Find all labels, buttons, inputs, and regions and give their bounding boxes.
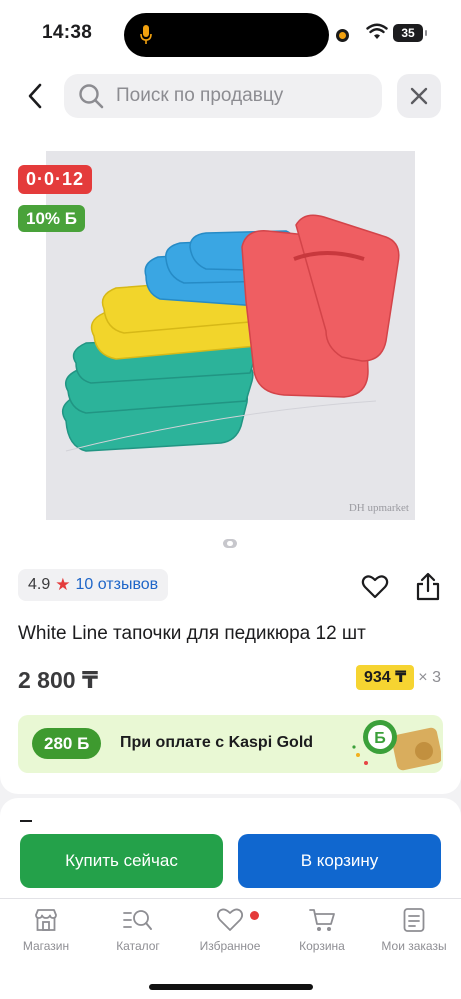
nav-item-store[interactable]: Магазин xyxy=(0,907,92,953)
nav-label-store: Магазин xyxy=(22,939,70,953)
image-pager-indicator xyxy=(223,539,237,548)
chevron-left-icon xyxy=(28,83,42,109)
microphone-icon xyxy=(140,25,152,44)
product-photo xyxy=(46,151,415,520)
search-bar[interactable] xyxy=(64,74,382,118)
status-time: 14:38 xyxy=(42,22,93,43)
kaspi-bonus-badge: 280 Б xyxy=(32,728,102,759)
search-icon xyxy=(79,84,104,109)
rating-value: 4.9 xyxy=(28,576,51,593)
wifi-icon xyxy=(366,23,388,39)
heart-icon xyxy=(361,575,389,599)
nav-label-cart: Корзина xyxy=(299,939,345,953)
nav-item-orders[interactable]: Мои заказы xyxy=(368,907,460,953)
installment-info: 934 ₸ × 3 xyxy=(356,665,441,690)
installment-amount: 934 ₸ xyxy=(356,665,415,690)
heart-icon xyxy=(216,908,244,931)
star-icon: ★ xyxy=(55,575,71,594)
share-button[interactable] xyxy=(414,572,442,607)
search-input[interactable] xyxy=(116,74,366,118)
rating-reviews[interactable]: 4.9 ★ 10 отзывов xyxy=(18,569,169,601)
product-card: DH upmarket 0·0·12 10% Б 4.9 ★ 10 отзыво… xyxy=(0,126,461,794)
kaspi-gold-banner[interactable]: 280 Б При оплате с Kaspi Gold Б xyxy=(18,715,443,773)
nav-label-favorites: Избранное xyxy=(199,939,261,953)
divider xyxy=(20,820,32,822)
kaspi-banner-text: При оплате с Kaspi Gold xyxy=(120,734,314,751)
nav-item-cart[interactable]: Корзина xyxy=(276,907,368,953)
close-button[interactable] xyxy=(397,74,441,118)
orders-icon xyxy=(403,908,425,932)
share-icon xyxy=(416,572,440,601)
close-icon xyxy=(410,87,428,105)
back-button[interactable] xyxy=(18,78,52,114)
product-price: 2 800 ₸ xyxy=(18,667,98,693)
nav-item-catalog[interactable]: Каталог xyxy=(92,907,184,953)
add-to-cart-button[interactable]: В корзину xyxy=(238,834,441,888)
notification-dot xyxy=(250,911,259,920)
dynamic-island xyxy=(124,13,329,57)
battery-icon: 35 xyxy=(393,24,427,42)
nav-label-orders: Мои заказы xyxy=(381,939,447,953)
bonus-badge: 10% Б xyxy=(18,205,85,232)
favorite-button[interactable] xyxy=(361,574,389,605)
installment-badge: 0·0·12 xyxy=(18,165,93,194)
cart-icon xyxy=(309,909,335,931)
home-indicator[interactable] xyxy=(149,984,313,990)
privacy-indicator-icon xyxy=(336,29,349,42)
product-title: White Line тапочки для педикюра 12 шт xyxy=(18,623,366,644)
nav-item-favorites[interactable]: Избранное xyxy=(184,907,276,953)
nav-label-catalog: Каталог xyxy=(116,939,160,953)
kaspi-gold-card-icon: Б xyxy=(352,720,441,771)
header xyxy=(0,66,461,126)
store-icon xyxy=(35,909,57,931)
product-image[interactable]: DH upmarket xyxy=(46,151,415,520)
svg-text:Б: Б xyxy=(374,730,386,747)
status-bar: 14:38 35 xyxy=(0,0,461,66)
catalog-search-icon xyxy=(123,910,152,930)
reviews-link[interactable]: 10 отзывов xyxy=(76,576,159,594)
buy-now-button[interactable]: Купить сейчас xyxy=(20,834,223,888)
image-watermark: DH upmarket xyxy=(348,502,409,514)
installment-count: × 3 xyxy=(418,668,441,686)
